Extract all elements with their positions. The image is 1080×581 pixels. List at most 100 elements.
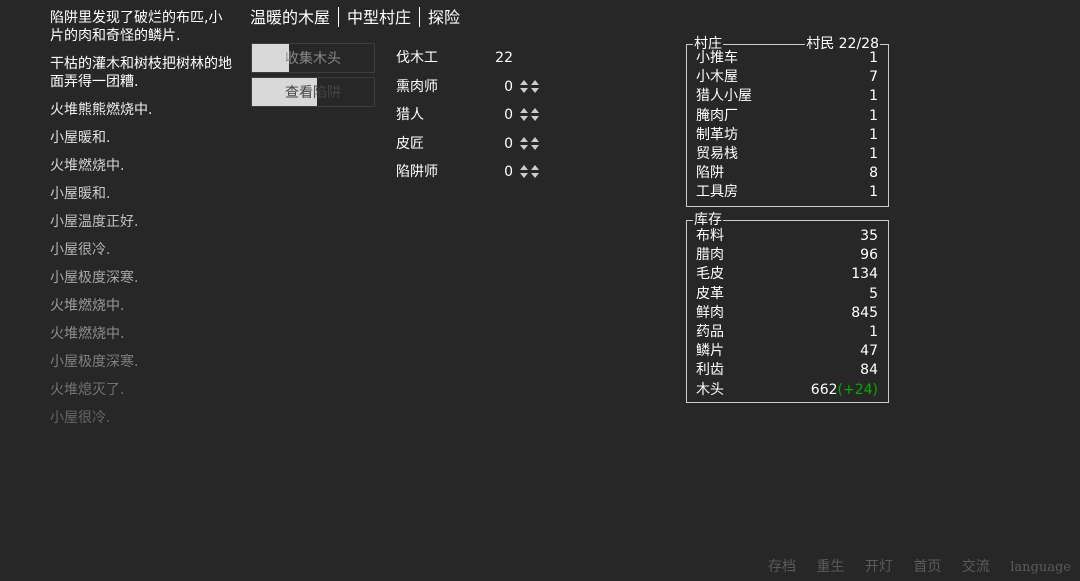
footer-language-link[interactable]: language — [1010, 558, 1071, 578]
resource-row: 腊肉 96 — [696, 246, 878, 265]
resource-count: 662 — [810, 381, 838, 398]
gather-wood-cooldown-bar — [252, 44, 289, 72]
adjust-one-arrow-icon[interactable] — [520, 136, 528, 151]
resource-amount: 47 — [860, 342, 878, 361]
worker-name: 皮匠 — [396, 135, 424, 152]
worker-row: 皮匠 0 — [396, 133, 546, 162]
worker-count: 22 — [495, 50, 513, 66]
adjust-one-arrow-icon[interactable] — [520, 79, 528, 94]
building-count: 1 — [869, 88, 878, 105]
adjust-one-arrow-icon[interactable] — [520, 108, 528, 122]
building-name: 贸易栈 — [696, 145, 738, 162]
building-row: 腌肉厂 1 — [696, 107, 878, 126]
worker-adjust-controls — [520, 165, 542, 179]
resource-row: 毛皮 134 — [696, 265, 878, 284]
notification-message: 干枯的灌木和树枝把树林的地面弄得一团糟. — [50, 56, 232, 90]
resource-count: 35 — [860, 228, 878, 244]
gather-wood-button[interactable]: 收集木头 — [251, 43, 375, 73]
resource-name: 鳞片 — [696, 343, 724, 360]
resource-name: 药品 — [696, 323, 724, 340]
resource-income: (+24) — [837, 381, 878, 398]
resource-name: 木头 — [696, 381, 724, 398]
notification-message: 小屋暖和. — [50, 130, 111, 146]
resource-name: 布料 — [696, 228, 724, 244]
resource-amount: 845 — [851, 304, 878, 323]
building-count: 7 — [869, 69, 878, 86]
tab-room[interactable]: 温暖的木屋 — [250, 7, 330, 29]
building-row: 陷阱 8 — [696, 164, 878, 183]
resource-name: 腊肉 — [696, 247, 724, 264]
resource-name: 毛皮 — [696, 266, 724, 283]
resource-amount: 1 — [869, 323, 878, 342]
building-row: 小推车 1 — [696, 49, 878, 68]
worker-name: 猎人 — [396, 107, 424, 123]
building-count: 1 — [869, 126, 878, 143]
resource-count: 84 — [860, 362, 878, 379]
building-count: 1 — [869, 50, 878, 66]
notification-message: 小屋极度深寒. — [50, 270, 139, 286]
buildings-list: 小推车 1 小木屋 7 猎人小屋 1 腌肉厂 1 制革坊 1 贸易栈 1 陷阱 8 工具房 1 — [696, 49, 878, 203]
workers-panel: 伐木工 22 熏肉师 0 猎人 0 皮匠 0 陷阱师 0 — [396, 47, 546, 190]
check-traps-button[interactable]: 查看陷阱 — [251, 77, 375, 107]
building-name: 小推车 — [696, 50, 738, 66]
footer-home-link[interactable]: 首页 — [913, 557, 941, 577]
notification-message: 小屋温度正好. — [50, 214, 139, 230]
notification-message: 火堆燃烧中. — [50, 326, 125, 342]
building-row: 猎人小屋 1 — [696, 87, 878, 106]
building-row: 工具房 1 — [696, 183, 878, 202]
worker-count: 0 — [504, 107, 513, 123]
resource-amount: 35 — [860, 227, 878, 246]
tab-village[interactable]: 中型村庄 — [347, 7, 411, 29]
tab-explore[interactable]: 探险 — [428, 7, 460, 29]
header-divider — [419, 7, 421, 27]
resource-count: 134 — [851, 266, 878, 283]
resource-row: 木头 662(+24) — [696, 381, 878, 400]
gather-wood-label: 收集木头 — [285, 51, 341, 67]
footer-lights-link[interactable]: 开灯 — [865, 557, 893, 577]
notification-message: 火堆熄灭了. — [50, 382, 125, 398]
worker-adjust-controls — [520, 136, 542, 151]
stores-panel: 库存 布料 35 腊肉 96 毛皮 134 皮革 5 鲜肉 845 药品 1 鳞片 47 利齿 84 木头 662… — [686, 211, 889, 403]
notification-message: 小屋很冷. — [50, 410, 111, 426]
resource-name: 皮革 — [696, 285, 724, 302]
resource-row: 药品 1 — [696, 323, 878, 342]
building-count: 1 — [869, 184, 878, 201]
adjust-ten-arrow-icon[interactable] — [531, 165, 539, 179]
header-divider — [338, 7, 340, 27]
building-count: 1 — [869, 145, 878, 162]
notification-message: 火堆燃烧中. — [50, 158, 125, 174]
worker-name: 陷阱师 — [396, 164, 438, 180]
adjust-ten-arrow-icon[interactable] — [531, 79, 539, 94]
building-row: 小木屋 7 — [696, 68, 878, 87]
resource-amount: 96 — [860, 246, 878, 265]
worker-row: 熏肉师 0 — [396, 76, 546, 105]
resource-row: 鳞片 47 — [696, 342, 878, 361]
adjust-ten-arrow-icon[interactable] — [531, 108, 539, 122]
adjust-one-arrow-icon[interactable] — [520, 165, 528, 179]
resource-row: 利齿 84 — [696, 361, 878, 380]
notification-log: 陷阱里发现了破烂的布匹,小片的肉和奇怪的鳞片. 干枯的灌木和树枝把树林的地面弄得一… — [50, 9, 235, 437]
building-row: 制革坊 1 — [696, 126, 878, 145]
footer-save-link[interactable]: 存档 — [768, 557, 796, 577]
resource-row: 鲜肉 845 — [696, 304, 878, 323]
notification-message: 火堆燃烧中. — [50, 298, 125, 314]
game-screen: 陷阱里发现了破烂的布匹,小片的肉和奇怪的鳞片. 干枯的灌木和树枝把树林的地面弄得一… — [0, 0, 1080, 581]
building-name: 猎人小屋 — [696, 88, 752, 105]
notification-message: 小屋很冷. — [50, 242, 111, 258]
notification-message: 陷阱里发现了破烂的布匹,小片的肉和奇怪的鳞片. — [50, 10, 223, 44]
footer-menu: 存档 重生 开灯 首页 交流 language — [752, 557, 1071, 578]
worker-row: 伐木工 22 — [396, 47, 546, 76]
building-count: 8 — [869, 165, 878, 182]
worker-count: 0 — [504, 164, 513, 180]
resource-amount: 5 — [869, 285, 878, 304]
resource-name: 鲜肉 — [696, 304, 724, 321]
resource-row: 布料 35 — [696, 227, 878, 246]
resource-count: 47 — [860, 343, 878, 360]
resource-count: 96 — [860, 247, 878, 264]
footer-community-link[interactable]: 交流 — [962, 557, 990, 577]
building-row: 贸易栈 1 — [696, 145, 878, 164]
footer-restart-link[interactable]: 重生 — [816, 557, 844, 577]
adjust-ten-arrow-icon[interactable] — [531, 136, 539, 151]
worker-count: 0 — [504, 135, 513, 152]
worker-row: 陷阱师 0 — [396, 161, 546, 190]
